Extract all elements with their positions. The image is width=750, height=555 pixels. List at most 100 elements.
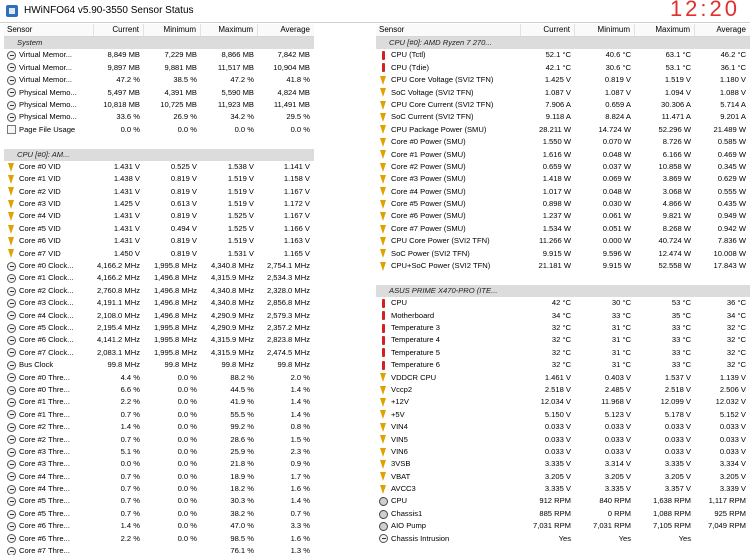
sensor-row[interactable]: Virtual Memor... 47.2 % 38.5 % 47.2 % 41.8 % bbox=[4, 74, 314, 86]
right-sensor-panel[interactable]: Sensor Current Minimum Maximum Average C… bbox=[376, 24, 750, 555]
sensor-row[interactable]: Core #0 VID 1.431 V 0.525 V 1.538 V 1.141 V bbox=[4, 161, 314, 173]
sensor-row[interactable]: Temperature 5 32 °C 31 °C 33 °C 32 °C bbox=[376, 347, 750, 359]
col-maximum[interactable]: Maximum bbox=[635, 24, 695, 36]
sensor-row[interactable]: Core #1 VID 1.438 V 0.819 V 1.519 V 1.158 V bbox=[4, 173, 314, 185]
sensor-group-header[interactable]: CPU [#0]: AM... bbox=[4, 148, 314, 161]
col-minimum[interactable]: Minimum bbox=[575, 24, 635, 36]
sensor-row[interactable]: Core #0 Thre... 6.6 % 0.0 % 44.5 % 1.4 % bbox=[4, 384, 314, 396]
sensor-row[interactable]: Core #6 Power (SMU) 1.237 W 0.061 W 9.821 W… bbox=[376, 210, 750, 222]
sensor-row[interactable]: Core #3 Thre... 0.0 % 0.0 % 21.8 % 0.9 % bbox=[4, 458, 314, 470]
sensor-row[interactable]: Core #5 Thre... 0.7 % 0.0 % 38.2 % 0.7 % bbox=[4, 508, 314, 520]
sensor-name-cell: Core #5 VID bbox=[4, 223, 94, 235]
sensor-row[interactable]: Core #7 Thre... 76.1 % 1.3 % bbox=[4, 545, 314, 555]
sensor-row[interactable]: Core #4 Thre... 0.7 % 0.0 % 18.9 % 1.7 % bbox=[4, 471, 314, 483]
sensor-row[interactable]: Core #1 Clock... 4,166.2 MHz 1,496.8 MHz 4,… bbox=[4, 272, 314, 284]
col-current[interactable]: Current bbox=[94, 24, 144, 36]
sensor-row[interactable]: Core #2 VID 1.431 V 0.819 V 1.519 V 1.167 V bbox=[4, 186, 314, 198]
col-sensor[interactable]: Sensor bbox=[4, 24, 94, 36]
col-average[interactable]: Average bbox=[258, 24, 314, 36]
sensor-row[interactable]: Core #5 VID 1.431 V 0.494 V 1.525 V 1.166 V bbox=[4, 223, 314, 235]
sensor-name: SoC Voltage (SVI2 TFN) bbox=[391, 87, 474, 97]
sensor-row[interactable]: Virtual Memor... 8,849 MB 7,229 MB 8,866 MB… bbox=[4, 49, 314, 61]
sensor-row[interactable]: +12V 12.034 V 11.968 V 12.099 V 12.032 V bbox=[376, 396, 750, 408]
sensor-row[interactable]: Physical Memo... 10,818 MB 10,725 MB 11,923… bbox=[4, 99, 314, 111]
value-avg: 7,049 RPM bbox=[708, 521, 746, 531]
sensor-name-cell: CPU bbox=[376, 495, 521, 507]
sensor-row[interactable]: Core #3 Power (SMU) 1.418 W 0.069 W 3.869 W… bbox=[376, 173, 750, 185]
sensor-row[interactable]: Core #6 VID 1.431 V 0.819 V 1.519 V 1.163 V bbox=[4, 235, 314, 247]
sensor-row[interactable]: CPU+SoC Power (SVI2 TFN) 21.181 W 9.915 W 5… bbox=[376, 260, 750, 272]
sensor-row[interactable]: CPU Core Current (SVI2 TFN) 7.906 A 0.659 … bbox=[376, 99, 750, 111]
sensor-row[interactable]: CPU Core Voltage (SVI2 TFN) 1.425 V 0.819 … bbox=[376, 74, 750, 86]
sensor-row[interactable]: Core #1 Thre... 2.2 % 0.0 % 41.9 % 1.4 % bbox=[4, 396, 314, 408]
sensor-row[interactable]: Temperature 6 32 °C 31 °C 33 °C 32 °C bbox=[376, 359, 750, 371]
sensor-row[interactable]: Core #0 Power (SMU) 1.550 W 0.070 W 8.726 W… bbox=[376, 136, 750, 148]
sensor-row[interactable]: Core #2 Power (SMU) 0.659 W 0.037 W 10.858 … bbox=[376, 161, 750, 173]
sensor-name-cell: Core #3 VID bbox=[4, 198, 94, 210]
col-average[interactable]: Average bbox=[695, 24, 750, 36]
sensor-group-header[interactable]: CPU [#0]: AMD Ryzen 7 270... bbox=[376, 37, 750, 50]
sensor-row[interactable]: Core #3 VID 1.425 V 0.613 V 1.519 V 1.172 V bbox=[4, 198, 314, 210]
sensor-row[interactable]: Core #3 Thre... 5.1 % 0.0 % 25.9 % 2.3 % bbox=[4, 446, 314, 458]
sensor-row[interactable]: Core #4 VID 1.431 V 0.819 V 1.525 V 1.167 V bbox=[4, 210, 314, 222]
sensor-row[interactable]: Temperature 3 32 °C 31 °C 33 °C 32 °C bbox=[376, 322, 750, 334]
sensor-group-header[interactable]: System bbox=[4, 37, 314, 50]
sensor-row[interactable]: Physical Memo... 33.6 % 26.9 % 34.2 % 29.5 % bbox=[4, 111, 314, 123]
sensor-row[interactable]: Bus Clock 99.8 MHz 99.8 MHz 99.8 MHz 99.8 MH… bbox=[4, 359, 314, 371]
sensor-row[interactable]: CPU Core Power (SVI2 TFN) 11.266 W 0.000 W… bbox=[376, 235, 750, 247]
sensor-row[interactable]: Core #5 Power (SMU) 0.898 W 0.030 W 4.866 W… bbox=[376, 198, 750, 210]
sensor-row[interactable]: Chassis1 885 RPM 0 RPM 1,088 RPM 925 RPM bbox=[376, 508, 750, 520]
sensor-row[interactable]: Page File Usage 0.0 % 0.0 % 0.0 % 0.0 % bbox=[4, 124, 314, 136]
sensor-row[interactable]: CPU (Tdie) 42.1 °C 30.6 °C 53.1 °C 36.1 °C bbox=[376, 62, 750, 74]
sensor-row[interactable]: AIO Pump 7,031 RPM 7,031 RPM 7,105 RPM 7,049… bbox=[376, 520, 750, 532]
left-sensor-panel[interactable]: Sensor Current Minimum Maximum Average S… bbox=[4, 24, 314, 555]
sensor-row[interactable]: CPU 912 RPM 840 RPM 1,638 RPM 1,117 RPM bbox=[376, 495, 750, 507]
sensor-row[interactable]: Temperature 4 32 °C 31 °C 33 °C 32 °C bbox=[376, 334, 750, 346]
sensor-name-cell: Core #6 Thre... bbox=[4, 533, 94, 545]
sensor-row[interactable]: Core #0 Clock... 4,166.2 MHz 1,995.8 MHz 4,… bbox=[4, 260, 314, 272]
col-maximum[interactable]: Maximum bbox=[201, 24, 258, 36]
sensor-row[interactable]: Core #7 VID 1.450 V 0.819 V 1.531 V 1.165 V bbox=[4, 248, 314, 260]
sensor-row[interactable]: Core #2 Thre... 0.7 % 0.0 % 28.6 % 1.5 % bbox=[4, 434, 314, 446]
sensor-row[interactable]: Core #4 Thre... 0.7 % 0.0 % 18.2 % 1.6 % bbox=[4, 483, 314, 495]
sensor-row[interactable]: Core #2 Thre... 1.4 % 0.0 % 99.2 % 0.8 % bbox=[4, 421, 314, 433]
sensor-row[interactable]: VDDCR CPU 1.461 V 0.403 V 1.537 V 1.139 V bbox=[376, 372, 750, 384]
sensor-row[interactable]: CPU 42 °C 30 °C 53 °C 36 °C bbox=[376, 297, 750, 309]
sensor-row[interactable]: Physical Memo... 5,497 MB 4,391 MB 5,590 MB… bbox=[4, 87, 314, 99]
sensor-row[interactable]: CPU Package Power (SMU) 28.211 W 14.724 W 5… bbox=[376, 124, 750, 136]
sensor-row[interactable]: CPU (Tctl) 52.1 °C 40.6 °C 63.1 °C 46.2 °C bbox=[376, 49, 750, 61]
sensor-row[interactable]: Vccp2 2.518 V 2.485 V 2.518 V 2.506 V bbox=[376, 384, 750, 396]
sensor-row[interactable]: SoC Current (SVI2 TFN) 9.118 A 8.824 A 11.4… bbox=[376, 111, 750, 123]
sensor-row[interactable]: Core #7 Clock... 2,083.1 MHz 1,995.8 MHz 4,… bbox=[4, 347, 314, 359]
col-sensor[interactable]: Sensor bbox=[376, 24, 521, 36]
col-minimum[interactable]: Minimum bbox=[144, 24, 201, 36]
sensor-row[interactable]: Core #2 Clock... 2,760.8 MHz 1,496.8 MHz 4,… bbox=[4, 285, 314, 297]
sensor-row[interactable]: Core #4 Power (SMU) 1.017 W 0.048 W 3.068 W… bbox=[376, 186, 750, 198]
sensor-row[interactable]: Core #3 Clock... 4,191.1 MHz 1,496.8 MHz 4,… bbox=[4, 297, 314, 309]
sensor-row[interactable]: Core #6 Thre... 2.2 % 0.0 % 98.5 % 1.6 % bbox=[4, 533, 314, 545]
sensor-row[interactable]: VIN5 0.033 V 0.033 V 0.033 V 0.033 V bbox=[376, 434, 750, 446]
sensor-row[interactable]: Core #5 Thre... 0.7 % 0.0 % 30.3 % 1.4 % bbox=[4, 495, 314, 507]
sensor-row[interactable]: SoC Power (SVI2 TFN) 9.915 W 9.596 W 12.474… bbox=[376, 248, 750, 260]
sensor-row[interactable]: 3VSB 3.335 V 3.314 V 3.335 V 3.334 V bbox=[376, 458, 750, 470]
col-current[interactable]: Current bbox=[521, 24, 575, 36]
sensor-row[interactable]: VIN6 0.033 V 0.033 V 0.033 V 0.033 V bbox=[376, 446, 750, 458]
sensor-row[interactable]: Core #6 Clock... 4,141.2 MHz 1,995.8 MHz 4,… bbox=[4, 334, 314, 346]
value-min: Yes bbox=[618, 533, 631, 543]
sensor-row[interactable]: SoC Voltage (SVI2 TFN) 1.087 V 1.087 V 1.09… bbox=[376, 87, 750, 99]
sensor-row[interactable]: Core #0 Thre... 4.4 % 0.0 % 88.2 % 2.0 % bbox=[4, 372, 314, 384]
sensor-row[interactable]: Motherboard 34 °C 33 °C 35 °C 34 °C bbox=[376, 310, 750, 322]
sensor-row[interactable]: Core #6 Thre... 1.4 % 0.0 % 47.0 % 3.3 % bbox=[4, 520, 314, 532]
sensor-row[interactable]: Core #7 Power (SMU) 1.534 W 0.051 W 8.268 W… bbox=[376, 223, 750, 235]
sensor-row[interactable]: VBAT 3.205 V 3.205 V 3.205 V 3.205 V bbox=[376, 471, 750, 483]
sensor-row[interactable]: Core #4 Clock... 2,108.0 MHz 1,496.8 MHz 4,… bbox=[4, 310, 314, 322]
sensor-row[interactable]: AVCC3 3.335 V 3.335 V 3.357 V 3.339 V bbox=[376, 483, 750, 495]
sensor-row[interactable]: Virtual Memor... 9,897 MB 9,881 MB 11,517 M… bbox=[4, 62, 314, 74]
sensor-row[interactable]: Core #1 Thre... 0.7 % 0.0 % 55.5 % 1.4 % bbox=[4, 409, 314, 421]
sensor-group-header[interactable]: ASUS PRIME X470-PRO (ITE... bbox=[376, 284, 750, 298]
sensor-row[interactable]: VIN4 0.033 V 0.033 V 0.033 V 0.033 V bbox=[376, 421, 750, 433]
sensor-row[interactable]: Core #1 Power (SMU) 1.616 W 0.048 W 6.166 W… bbox=[376, 149, 750, 161]
sensor-row[interactable]: Core #5 Clock... 2,195.4 MHz 1,995.8 MHz 4,… bbox=[4, 322, 314, 334]
sensor-row[interactable]: Chassis Intrusion Yes Yes Yes bbox=[376, 533, 750, 545]
sensor-row[interactable]: +5V 5.150 V 5.123 V 5.178 V 5.152 V bbox=[376, 409, 750, 421]
